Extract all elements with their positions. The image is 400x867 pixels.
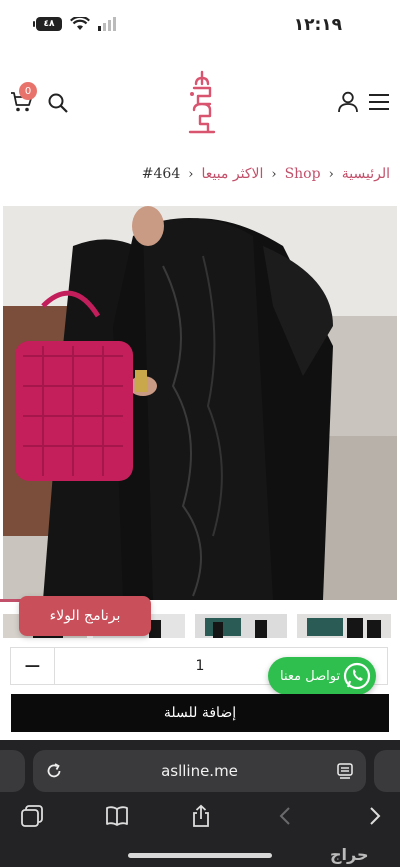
breadcrumb-separator: ‹ [188, 166, 194, 182]
breadcrumb-shop[interactable]: Shop [285, 166, 321, 182]
account-icon[interactable] [336, 90, 360, 114]
browser-toolbar: aslline.me حراج [0, 740, 400, 867]
brand-logo[interactable] [186, 70, 218, 136]
site-header: 0 [0, 62, 400, 142]
whatsapp-icon [343, 662, 371, 690]
battery-icon: ٤٨ [33, 17, 62, 31]
address-bar[interactable]: aslline.me [33, 750, 366, 792]
home-indicator [128, 853, 272, 858]
search-icon[interactable] [47, 92, 69, 114]
breadcrumb: الرئيسية ‹ Shop ‹ الاكثر مبيعا ‹ #464 [0, 162, 400, 186]
breadcrumb-separator: ‹ [271, 166, 277, 182]
tabs-icon[interactable] [20, 804, 44, 828]
wifi-icon [70, 17, 90, 30]
breadcrumb-best-sellers[interactable]: الاكثر مبيعا [201, 166, 263, 182]
quantity-decrease-button[interactable]: − [11, 648, 55, 684]
status-bar: ٤٨ ١٢:١٩ [0, 0, 400, 52]
breadcrumb-home[interactable]: الرئيسية [342, 166, 390, 182]
breadcrumb-current-product: #464 [141, 166, 181, 182]
whatsapp-label: تواصل معنا [280, 668, 341, 684]
next-tab-peek[interactable] [374, 750, 400, 792]
forward-icon[interactable] [362, 804, 386, 828]
breadcrumb-separator: ‹ [328, 166, 334, 182]
cart-count-badge: 0 [19, 82, 37, 100]
reader-mode-icon[interactable] [336, 762, 354, 780]
whatsapp-contact-button[interactable]: تواصل معنا [268, 657, 376, 695]
thumbnail[interactable] [195, 614, 287, 638]
watermark: حراج [330, 845, 369, 864]
product-image[interactable] [3, 206, 397, 600]
add-to-cart-button[interactable]: إضافة للسلة [11, 694, 389, 732]
back-icon[interactable] [274, 804, 298, 828]
share-icon[interactable] [189, 804, 213, 828]
loyalty-program-button[interactable]: برنامج الولاء [19, 596, 151, 636]
url-text: aslline.me [161, 762, 238, 780]
hamburger-menu-icon[interactable] [368, 92, 390, 112]
bookmarks-icon[interactable] [105, 804, 129, 828]
battery-level: ٤٨ [43, 19, 55, 29]
status-icons: ٤٨ [33, 17, 118, 31]
previous-tab-peek[interactable] [0, 750, 25, 792]
signal-icon [98, 17, 116, 31]
status-time: ١٢:١٩ [293, 15, 342, 35]
thumbnail[interactable] [297, 614, 391, 638]
